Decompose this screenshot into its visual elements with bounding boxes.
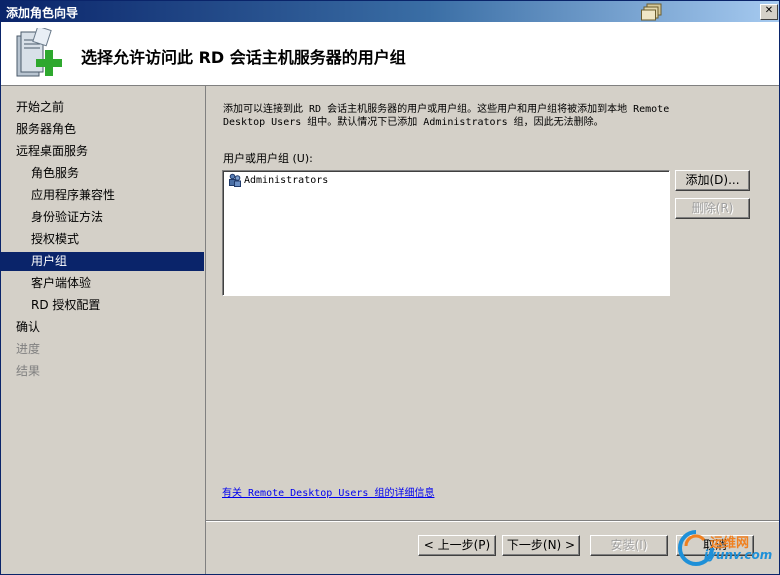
site-watermark: 运维网 iyunv.com <box>676 528 776 568</box>
page-description: 添加可以连接到此 RD 会话主机服务器的用户或用户组。这些用户和用户组将被添加到… <box>223 104 670 128</box>
window-title: 添加角色向导 <box>6 6 79 20</box>
main-content: 添加可以连接到此 RD 会话主机服务器的用户或用户组。这些用户和用户组将被添加到… <box>206 86 779 521</box>
title-bar[interactable]: 添加角色向导 ✕ <box>1 1 779 22</box>
page-title: 选择允许访问此 RD 会话主机服务器的用户组 <box>81 48 406 67</box>
step-rd-licensing-config[interactable]: RD 授权配置 <box>1 296 204 315</box>
windows-stack-icon <box>641 3 662 21</box>
wizard-window: 添加角色向导 ✕ 选择允许访问此 RD 会话主机服务器的用户组 开始之前 服务器… <box>0 0 780 575</box>
add-user-button[interactable]: 添加(D)... <box>675 170 750 191</box>
step-authentication-method[interactable]: 身份验证方法 <box>1 208 204 227</box>
list-item[interactable]: Administrators <box>228 173 328 189</box>
step-licensing-mode[interactable]: 授权模式 <box>1 230 204 249</box>
step-server-roles[interactable]: 服务器角色 <box>1 120 204 139</box>
wizard-steps-sidebar: 开始之前 服务器角色 远程桌面服务 角色服务 应用程序兼容性 身份验证方法 授权… <box>1 86 206 574</box>
user-group-icon <box>229 173 241 187</box>
step-confirmation[interactable]: 确认 <box>1 318 204 337</box>
remove-user-button[interactable]: 删除(R) <box>675 198 750 219</box>
next-button[interactable]: 下一步(N) > <box>502 535 580 556</box>
step-before-you-begin[interactable]: 开始之前 <box>1 98 204 117</box>
step-progress: 进度 <box>16 342 41 356</box>
install-button[interactable]: 安装(I) <box>590 535 668 556</box>
step-user-groups[interactable]: 用户组 <box>1 252 204 271</box>
step-results: 结果 <box>16 364 41 378</box>
user-group-name: Administrators <box>244 175 329 186</box>
users-listbox[interactable]: Administrators <box>222 170 670 296</box>
step-client-experience[interactable]: 客户端体验 <box>1 274 204 293</box>
step-role-services[interactable]: 角色服务 <box>1 164 204 183</box>
step-remote-desktop-services[interactable]: 远程桌面服务 <box>1 142 204 161</box>
step-app-compatibility[interactable]: 应用程序兼容性 <box>1 186 204 205</box>
users-list-label: 用户或用户组 (U): <box>223 152 313 165</box>
more-info-link[interactable]: 有关 Remote Desktop Users 组的详细信息 <box>222 484 434 499</box>
previous-button[interactable]: < 上一步(P) <box>418 535 496 556</box>
server-add-icon <box>16 28 62 77</box>
close-icon[interactable]: ✕ <box>760 4 778 20</box>
wizard-header: 选择允许访问此 RD 会话主机服务器的用户组 <box>1 22 779 86</box>
